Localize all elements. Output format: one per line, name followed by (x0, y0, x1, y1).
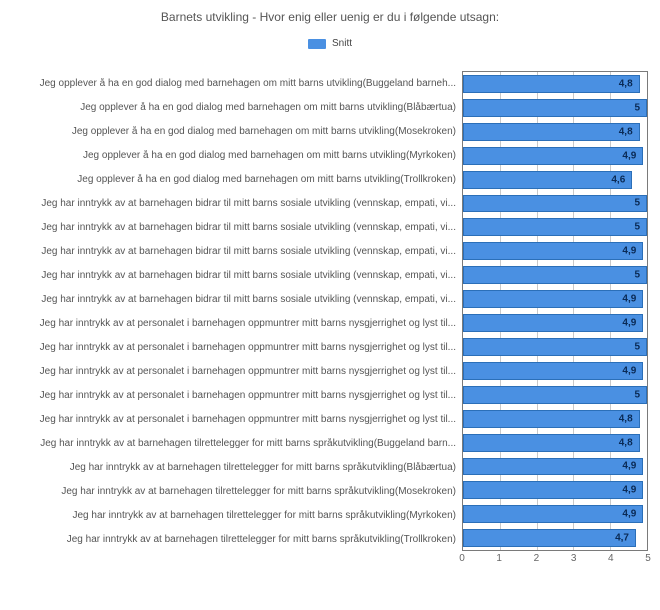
bar-value-label: 4,9 (619, 461, 639, 472)
bar (463, 266, 647, 284)
category-label: Jeg har inntrykk av at personalet i barn… (12, 390, 462, 401)
category-label: Jeg har inntrykk av at personalet i barn… (12, 366, 462, 377)
bar (463, 147, 643, 165)
bar-value-label: 4,6 (608, 174, 628, 185)
bar-value-label: 5 (631, 389, 643, 400)
x-axis: 0 1 2 3 4 5 (462, 553, 648, 571)
bar (463, 242, 643, 260)
x-tick: 0 (459, 553, 465, 564)
category-label: Jeg har inntrykk av at personalet i barn… (12, 342, 462, 353)
x-tick: 2 (534, 553, 540, 564)
bar-value-label: 4,9 (619, 246, 639, 257)
bar-value-label: 5 (631, 198, 643, 209)
bar-slot: 4,9 (463, 455, 647, 479)
x-tick: 3 (571, 553, 577, 564)
bar-slot: 4,8 (463, 407, 647, 431)
category-label: Jeg har inntrykk av at barnehagen tilret… (12, 438, 462, 449)
bar-slot: 5 (463, 263, 647, 287)
bar-value-label: 5 (631, 270, 643, 281)
bar-slot: 4,9 (463, 239, 647, 263)
bar-slot: 4,9 (463, 502, 647, 526)
bar (463, 290, 643, 308)
bar-slot: 4,8 (463, 431, 647, 455)
bar (463, 410, 640, 428)
category-label: Jeg har inntrykk av at barnehagen tilret… (12, 486, 462, 497)
bar (463, 458, 643, 476)
x-tick: 1 (496, 553, 502, 564)
bar-slot: 4,9 (463, 311, 647, 335)
bar (463, 314, 643, 332)
bar-slot: 5 (463, 383, 647, 407)
x-tick: 5 (645, 553, 651, 564)
category-label: Jeg har inntrykk av at barnehagen bidrar… (12, 270, 462, 281)
plot-area: Jeg opplever å ha en god dialog med barn… (12, 71, 648, 551)
bar (463, 123, 640, 141)
bar-slot: 4,9 (463, 287, 647, 311)
bar (463, 434, 640, 452)
bar-value-label: 4,8 (616, 126, 636, 137)
bar-slot: 5 (463, 96, 647, 120)
category-label: Jeg har inntrykk av at barnehagen tilret… (12, 510, 462, 521)
bar-value-label: 4,9 (619, 365, 639, 376)
category-label: Jeg har inntrykk av at personalet i barn… (12, 414, 462, 425)
bar (463, 362, 643, 380)
bar-slot: 4,9 (463, 478, 647, 502)
category-label: Jeg har inntrykk av at barnehagen bidrar… (12, 198, 462, 209)
category-label: Jeg opplever å ha en god dialog med barn… (12, 174, 462, 185)
category-label: Jeg har inntrykk av at barnehagen bidrar… (12, 222, 462, 233)
bar (463, 218, 647, 236)
chart-title: Barnets utvikling - Hvor enig eller ueni… (12, 10, 648, 24)
bar-slot: 4,6 (463, 168, 647, 192)
bar (463, 195, 647, 213)
bar (463, 505, 643, 523)
bar-value-label: 4,8 (616, 78, 636, 89)
bar-slot: 4,9 (463, 359, 647, 383)
bar-value-label: 4,8 (616, 413, 636, 424)
bar-value-label: 4,9 (619, 485, 639, 496)
bar-value-label: 5 (631, 341, 643, 352)
bar (463, 529, 636, 547)
bar-slot: 5 (463, 192, 647, 216)
x-tick: 4 (608, 553, 614, 564)
bar (463, 386, 647, 404)
bar-value-label: 5 (631, 102, 643, 113)
category-label: Jeg opplever å ha en god dialog med barn… (12, 150, 462, 161)
chart-container: Barnets utvikling - Hvor enig eller ueni… (0, 0, 660, 610)
category-label: Jeg har inntrykk av at personalet i barn… (12, 318, 462, 329)
category-label: Jeg har inntrykk av at barnehagen tilret… (12, 534, 462, 545)
bar-value-label: 4,9 (619, 509, 639, 520)
bar-slot: 4,7 (463, 526, 647, 550)
bar-value-label: 4,9 (619, 150, 639, 161)
bar (463, 171, 632, 189)
bar-slot: 4,9 (463, 144, 647, 168)
legend-swatch (308, 39, 326, 49)
bar-slot: 5 (463, 335, 647, 359)
legend-label: Snitt (332, 38, 352, 49)
bar-value-label: 4,9 (619, 318, 639, 329)
bar-slot: 4,8 (463, 120, 647, 144)
bar-value-label: 4,9 (619, 294, 639, 305)
bars: 4,8 5 4,8 4,9 4,6 5 5 4,9 5 4,9 4,9 5 4,9 5 4,8 4,8 4,9 4… (463, 72, 647, 550)
bar (463, 481, 643, 499)
category-label: Jeg opplever å ha en god dialog med barn… (12, 78, 462, 89)
bar (463, 338, 647, 356)
category-label: Jeg har inntrykk av at barnehagen bidrar… (12, 294, 462, 305)
category-label: Jeg har inntrykk av at barnehagen bidrar… (12, 246, 462, 257)
bar (463, 75, 640, 93)
y-axis-labels: Jeg opplever å ha en god dialog med barn… (12, 71, 462, 551)
chart-legend: Snitt (12, 38, 648, 49)
bar-value-label: 4,7 (612, 533, 632, 544)
bar-value-label: 4,8 (616, 437, 636, 448)
bar (463, 99, 647, 117)
bar-slot: 4,8 (463, 72, 647, 96)
bars-area: 4,8 5 4,8 4,9 4,6 5 5 4,9 5 4,9 4,9 5 4,9 5 4,8 4,8 4,9 4… (462, 71, 648, 551)
category-label: Jeg har inntrykk av at barnehagen tilret… (12, 462, 462, 473)
bar-value-label: 5 (631, 222, 643, 233)
category-label: Jeg opplever å ha en god dialog med barn… (12, 102, 462, 113)
category-label: Jeg opplever å ha en god dialog med barn… (12, 126, 462, 137)
bar-slot: 5 (463, 215, 647, 239)
